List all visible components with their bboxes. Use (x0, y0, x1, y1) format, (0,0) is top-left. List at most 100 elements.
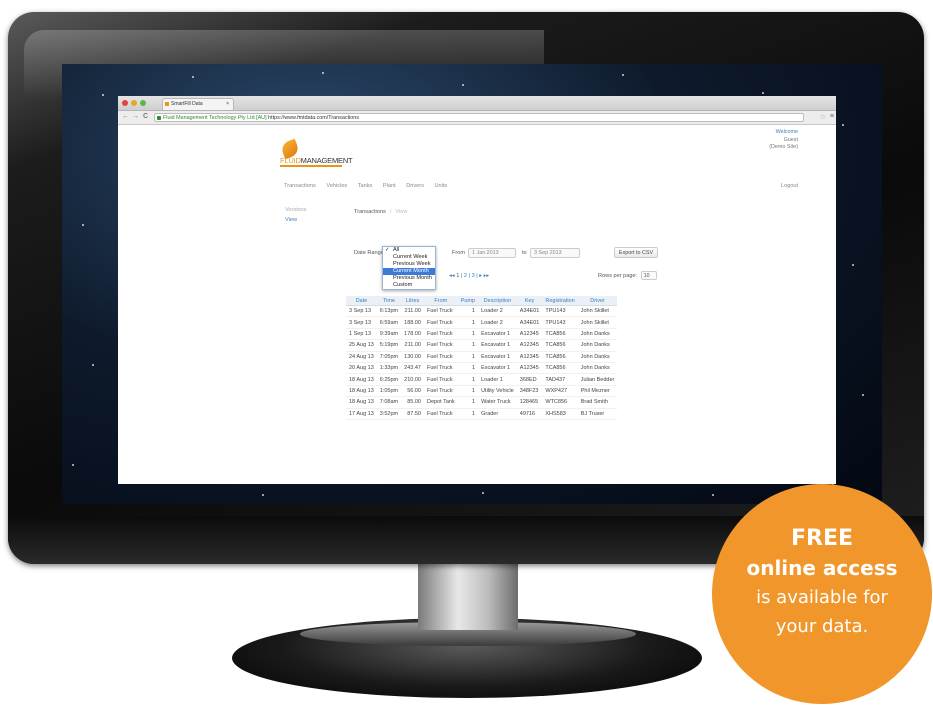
forward-arrow-icon[interactable]: → (132, 113, 139, 121)
cell-time: 9:39am (376, 328, 402, 341)
cell-key: 348F23 (516, 385, 543, 398)
table-row[interactable]: 20 Aug 13 1:33pm 243.47 Fuel Truck 1 Excavato… (346, 362, 618, 375)
date-range-label: Date Range: (354, 250, 386, 256)
tab-title: SmartFill Data (171, 101, 203, 107)
cell-driver: John Danks (577, 328, 618, 341)
table-row[interactable]: 18 Aug 13 6:25pm 210.00 Fuel Truck 1 Loader 1… (346, 373, 618, 386)
cell-litres: 56.00 (401, 385, 424, 398)
back-arrow-icon[interactable]: ← (122, 113, 129, 121)
to-date-input[interactable]: 3 Sep 2013 (530, 248, 580, 258)
export-csv-button[interactable]: Export to CSV (614, 247, 658, 258)
cell-key: A12345 (516, 351, 543, 363)
cell-pump: 1 (457, 396, 479, 409)
browser-tab[interactable]: SmartFill Data × (162, 98, 234, 110)
zoom-window-button[interactable] (140, 100, 146, 106)
tab-close-icon[interactable]: × (226, 99, 229, 110)
table-row[interactable]: 25 Aug 13 5:19pm 211.00 Fuel Truck 1 Excavato… (346, 339, 618, 352)
logo-underline (280, 165, 342, 167)
user-name: Guest (783, 136, 798, 143)
table-row[interactable]: 18 Aug 13 7:08am 85.00 Depot Tank 1 Water Tru… (346, 396, 618, 409)
nav-transactions[interactable]: Transactions (284, 183, 316, 189)
cell-litres: 178.00 (401, 328, 424, 341)
table-row[interactable]: 17 Aug 13 3:52pm 87.50 Fuel Truck 1 Grader 497… (346, 408, 618, 420)
table-row[interactable]: 18 Aug 13 1:05pm 56.00 Fuel Truck 1 Utility V… (346, 385, 618, 398)
cell-from: Fuel Truck (423, 316, 458, 329)
pagination-next-icon[interactable]: ▸ ▸▸ (479, 273, 489, 279)
cell-litres: 243.47 (401, 362, 424, 375)
address-toolbar: ← → C Fluid Management Technology Pty Lt… (118, 111, 836, 125)
col-driver[interactable]: Driver (577, 296, 618, 306)
cell-description: Loader 1 (478, 373, 517, 386)
table-row[interactable]: 3 Sep 13 6:13pm 211.00 Fuel Truck 1 Loader 2A… (346, 305, 618, 318)
user-info: Welcome Guest (Demo Site) (769, 129, 798, 152)
cell-registration: TCA856 (542, 339, 578, 352)
cell-date: 1 Sep 13 (346, 328, 377, 341)
nav-units[interactable]: Units (434, 183, 447, 189)
cell-description: Loader 2 (478, 305, 517, 318)
cell-from: Fuel Truck (423, 328, 458, 341)
nav-drivers[interactable]: Drivers (406, 183, 424, 189)
cell-description: Excavator 1 (478, 351, 517, 363)
cell-pump: 1 (457, 408, 479, 420)
cell-litres: 87.50 (401, 408, 424, 420)
dropdown-option-previous-week[interactable]: Previous Week (383, 261, 435, 268)
cell-description: Water Truck (478, 396, 517, 409)
breadcrumb-transactions[interactable]: Transactions (354, 209, 386, 215)
cell-time: 7:05pm (376, 351, 402, 363)
cell-date: 3 Sep 13 (346, 305, 377, 318)
logout-link[interactable]: Logout (781, 183, 798, 189)
page-2[interactable]: 2 (464, 273, 467, 279)
bookmark-star-icon[interactable]: ☆ (820, 113, 826, 121)
col-pump[interactable]: Pump (457, 296, 479, 306)
dropdown-option-all[interactable]: ✓ All (383, 247, 435, 254)
dropdown-option-custom[interactable]: Custom (383, 282, 435, 289)
reload-icon[interactable]: C (143, 113, 148, 121)
site-name: (Demo Site) (769, 144, 798, 150)
cell-pump: 1 (457, 328, 479, 341)
cell-driver: John Danks (577, 351, 618, 363)
col-litres[interactable]: Litres (401, 296, 424, 306)
dropdown-option-previous-month[interactable]: Previous Month (383, 275, 435, 282)
cell-key: A12345 (516, 362, 543, 375)
address-bar[interactable]: Fluid Management Technology Pty Ltd [AU]… (154, 113, 804, 122)
col-from[interactable]: From (423, 296, 458, 306)
cell-time: 6:59am (376, 316, 402, 329)
sidebar-item-view[interactable]: View (285, 215, 306, 225)
cell-litres: 188.00 (401, 316, 424, 329)
browser-titlebar: SmartFill Data × (118, 96, 836, 111)
breadcrumb: Transactions / View (354, 209, 407, 215)
cell-pump: 1 (457, 385, 479, 398)
nav-tanks[interactable]: Tanks (358, 183, 373, 189)
from-date-input[interactable]: 1 Jan 2013 (468, 248, 516, 258)
cell-from: Fuel Truck (423, 385, 458, 398)
col-date[interactable]: Date (346, 296, 377, 306)
nav-vehicles[interactable]: Vehicles (326, 183, 347, 189)
close-window-button[interactable] (122, 100, 128, 106)
ssl-identity: Fluid Management Technology Pty Ltd [AU] (163, 115, 267, 121)
rows-per-page-select[interactable]: 10 (640, 271, 657, 280)
col-registration[interactable]: Registration (542, 296, 578, 306)
cell-time: 6:25pm (376, 373, 402, 386)
page-3[interactable]: 3 (472, 273, 475, 279)
checkmark-icon: ✓ (385, 247, 390, 253)
monitor-stand (418, 560, 518, 630)
breadcrumb-current: View (395, 209, 408, 215)
minimize-window-button[interactable] (131, 100, 137, 106)
col-description[interactable]: Description (478, 296, 517, 306)
page-1[interactable]: 1 (456, 273, 459, 279)
cell-date: 3 Sep 13 (346, 316, 377, 329)
pagination-first-icon[interactable]: ◂◂ (449, 273, 455, 279)
date-range-dropdown[interactable]: ✓ All Current Week Previous Week Current … (382, 246, 436, 290)
col-key[interactable]: Key (516, 296, 543, 306)
col-time[interactable]: Time (376, 296, 402, 306)
cell-litres: 210.00 (401, 373, 424, 386)
logo-text: FLUIDMANAGEMENT (280, 156, 353, 165)
fluid-management-logo[interactable]: FLUIDMANAGEMENT (279, 138, 353, 169)
table-row[interactable]: 3 Sep 13 6:59am 188.00 Fuel Truck 1 Loader 2A… (346, 316, 618, 329)
table-row[interactable]: 24 Aug 13 7:05pm 130.00 Fuel Truck 1 Excavato… (346, 351, 618, 363)
nav-plant[interactable]: Plant (383, 183, 396, 189)
browser-menu-icon[interactable]: ≡ (830, 113, 834, 120)
dropdown-option-current-week[interactable]: Current Week (383, 254, 435, 261)
dropdown-option-current-month[interactable]: Current Month (383, 268, 435, 275)
table-row[interactable]: 1 Sep 13 9:39am 178.00 Fuel Truck 1 Excavator… (346, 328, 618, 341)
